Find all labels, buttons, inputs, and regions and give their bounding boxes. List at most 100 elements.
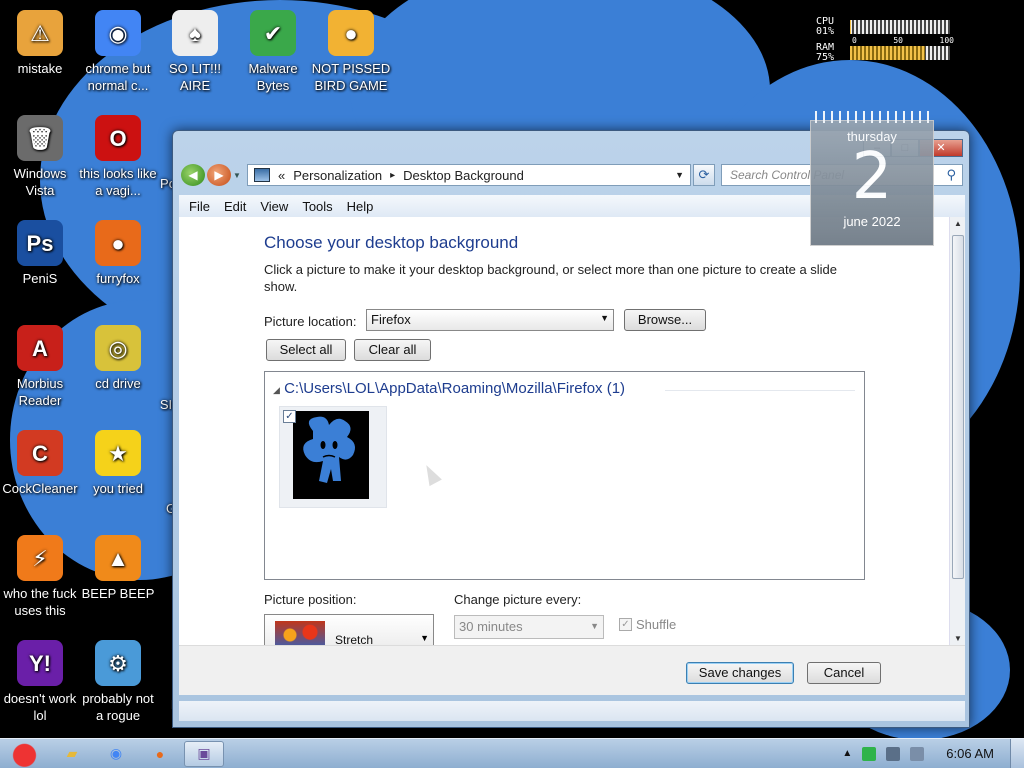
menu-edit[interactable]: Edit: [224, 199, 246, 214]
desktop-icon-label: this looks like a vagi...: [79, 166, 157, 198]
clock[interactable]: 6:06 AM: [946, 746, 994, 761]
calendar-date: 2: [851, 140, 893, 214]
desktop-icon-label: cd drive: [95, 376, 141, 391]
desktop-icon-image: O: [95, 115, 141, 161]
desktop-icon[interactable]: ♠ SO LIT!!! AIRE: [155, 10, 235, 94]
picture-location-select[interactable]: Firefox ▼: [366, 309, 614, 331]
taskbar-explorer-button[interactable]: ▰: [52, 741, 92, 767]
desktop-icon-image: Y!: [17, 640, 63, 686]
desktop-icon[interactable]: ★ you tried: [78, 430, 158, 497]
desktop-icon-image: ◉: [95, 10, 141, 56]
change-picture-select[interactable]: 30 minutes ▼: [454, 615, 604, 639]
desktop-icon[interactable]: ● NOT PISSED BIRD GAME: [311, 10, 391, 94]
menu-tools[interactable]: Tools: [302, 199, 332, 214]
content-pane: Choose your desktop background Click a p…: [179, 217, 965, 645]
desktop-icon[interactable]: ⚙ probably not a rogue: [78, 640, 158, 724]
desktop-icon-label: probably not a rogue: [82, 691, 154, 723]
show-desktop-button[interactable]: [1010, 738, 1024, 768]
calendar-rings: [815, 111, 929, 123]
scroll-up-icon[interactable]: ▲: [950, 219, 965, 228]
desktop-icon[interactable]: ⚠ mistake: [0, 10, 80, 77]
chevron-down-icon: ▼: [420, 633, 429, 643]
picture-list[interactable]: ◢ C:\Users\LOL\AppData\Roaming\Mozilla\F…: [264, 371, 865, 580]
taskbar-firefox-button[interactable]: ●: [140, 741, 180, 767]
collapse-triangle-icon[interactable]: ◢: [273, 385, 280, 395]
desktop-icon-image: Ps: [17, 220, 63, 266]
breadcrumb-chevrons[interactable]: «: [278, 168, 285, 183]
start-button[interactable]: [0, 739, 52, 768]
picture-position-select[interactable]: Stretch ▼: [264, 614, 434, 645]
desktop-icon-image: ♠: [172, 10, 218, 56]
taskbar-chrome-button[interactable]: ◉: [96, 741, 136, 767]
scale-max: 100: [939, 36, 954, 45]
save-changes-button[interactable]: Save changes: [686, 662, 794, 684]
clear-all-button[interactable]: Clear all: [354, 339, 431, 361]
picture-thumbnail[interactable]: ✓: [279, 406, 387, 508]
picture-group-header[interactable]: ◢ C:\Users\LOL\AppData\Roaming\Mozilla\F…: [273, 380, 625, 397]
desktop-icon[interactable]: C CockCleaner: [0, 430, 80, 497]
cancel-button[interactable]: Cancel: [807, 662, 881, 684]
group-divider: [665, 390, 855, 391]
desktop-icon[interactable]: ◉ chrome but normal c...: [78, 10, 158, 94]
speaker-icon[interactable]: [910, 746, 925, 761]
vertical-scrollbar[interactable]: ▲ ▼: [949, 217, 965, 645]
desktop-icon[interactable]: A Morbius Reader: [0, 325, 80, 409]
desktop-icon[interactable]: Ps PeniS: [0, 220, 80, 287]
show-hidden-icons-icon[interactable]: ▲: [842, 748, 852, 759]
desktop-icon[interactable]: ✔ Malware Bytes: [233, 10, 313, 94]
breadcrumb-separator[interactable]: ▸: [390, 170, 395, 181]
desktop-icon[interactable]: ▲ BEEP BEEP: [78, 535, 158, 602]
desktop-icon-image: ★: [95, 430, 141, 476]
desktop-icon-label: mistake: [17, 61, 63, 76]
browse-button[interactable]: Browse...: [624, 309, 706, 331]
angry-bird-start-icon: [11, 740, 41, 767]
desktop-icon[interactable]: 🗑 Windows Vista: [0, 115, 80, 199]
select-all-button[interactable]: Select all: [266, 339, 346, 361]
address-bar[interactable]: « Personalization ▸ Desktop Background ▼: [247, 164, 691, 186]
desktop-icon-image: 🗑: [17, 115, 63, 161]
menu-view[interactable]: View: [260, 199, 288, 214]
desktop-icon[interactable]: ⚡ who the fuck uses this: [0, 535, 80, 619]
desktop-icon[interactable]: Othis looks like a vagi...: [78, 115, 158, 199]
desktop-icon[interactable]: ◎ cd drive: [78, 325, 158, 392]
picture-checkbox[interactable]: ✓: [283, 410, 296, 423]
search-icon[interactable]: ⚲: [946, 167, 956, 183]
cpu-meter-gadget: CPU 01% RAM 75% 0 50 100: [816, 16, 962, 66]
volume-icon[interactable]: [886, 746, 901, 761]
control-panel-icon: [254, 168, 270, 182]
position-preview-image: [275, 621, 325, 645]
scroll-down-icon[interactable]: ▼: [950, 634, 965, 643]
breadcrumb-personalization[interactable]: Personalization: [293, 168, 382, 183]
desktop-icon-image: ✔: [250, 10, 296, 56]
control-panel-icon: ▣: [197, 745, 211, 761]
back-button[interactable]: ◀: [181, 164, 205, 186]
shuffle-checkbox[interactable]: ✓: [619, 618, 632, 631]
calendar-gadget[interactable]: thursday 2 june 2022: [810, 111, 934, 246]
desktop-icon-label: Morbius Reader: [16, 376, 64, 408]
address-dropdown-icon[interactable]: ▼: [675, 170, 684, 180]
ram-value: 75%: [816, 52, 835, 63]
menu-file[interactable]: File: [189, 199, 210, 214]
desktop-icon-image: A: [17, 325, 63, 371]
desktop-icon[interactable]: ● furryfox: [78, 220, 158, 287]
taskbar-control-panel-button[interactable]: ▣: [184, 740, 224, 767]
recent-pages-dropdown-icon[interactable]: ▼: [233, 171, 243, 180]
desktop-icon-image: ⚡: [17, 535, 63, 581]
system-tray: ▲ 6:06 AM: [842, 746, 1010, 761]
refresh-button[interactable]: ⟳: [693, 164, 715, 186]
desktop-icon-label: SO LIT!!! AIRE: [168, 61, 221, 93]
firefox-icon: ●: [155, 745, 165, 762]
meter-scale: 0 50 100: [852, 36, 954, 45]
cpu-bar: [850, 20, 950, 34]
desktop-icon-label: who the fuck uses this: [3, 586, 77, 618]
breadcrumb-desktop-background[interactable]: Desktop Background: [403, 168, 524, 183]
desktop-icon-label: BEEP BEEP: [81, 586, 155, 601]
desktop-icon[interactable]: Y! doesn't work lol: [0, 640, 80, 724]
desktop-icon-label: Malware Bytes: [248, 61, 298, 93]
shuffle-option[interactable]: ✓ Shuffle: [619, 617, 676, 632]
forward-button[interactable]: ▶: [207, 164, 231, 186]
menu-help[interactable]: Help: [347, 199, 374, 214]
picture-location-label: Picture location:: [264, 314, 357, 329]
scrollbar-thumb[interactable]: [952, 235, 964, 579]
network-icon[interactable]: [862, 746, 877, 761]
